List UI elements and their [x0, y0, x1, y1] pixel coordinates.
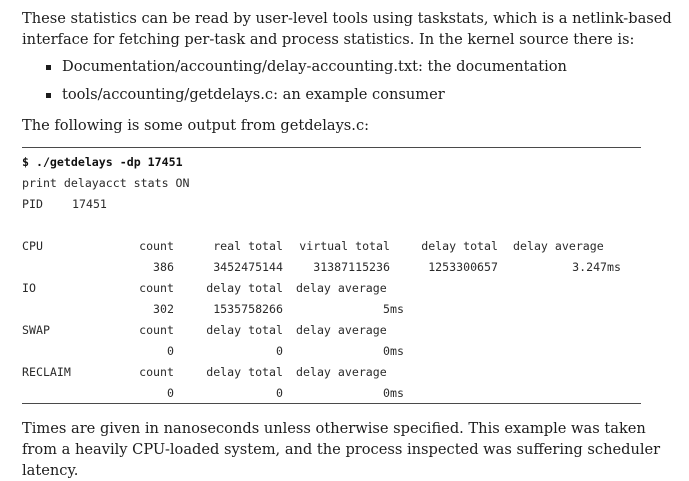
reclaim-delay-total: 0 [276, 386, 283, 400]
cpu-header-count: count [139, 239, 174, 253]
shell-command: ./getdelays -dp 17451 [35, 155, 183, 169]
cpu-count: 386 [153, 260, 174, 274]
document-page: These statistics can be read by user-lev… [0, 0, 689, 479]
swap-header-delay-average: delay average [296, 323, 387, 337]
cpu-header-delay-total: delay total [421, 239, 498, 253]
cpu-virtual-total: 31387115236 [313, 260, 390, 274]
list-item-text: Documentation/accounting/delay-accountin… [62, 58, 567, 75]
reclaim-header-count: count [139, 365, 174, 379]
io-header-count: count [139, 281, 174, 295]
cpu-delay-total: 1253300657 [428, 260, 498, 274]
cpu-delay-average: 3.247ms [572, 260, 621, 274]
pid-label: PID [22, 197, 43, 211]
command-line: $ ./getdelays -dp 17451 [22, 153, 183, 171]
bullet-square-icon [46, 65, 51, 70]
io-header-delay-average: delay average [296, 281, 387, 295]
list-item: tools/accounting/getdelays.c: an example… [22, 84, 672, 112]
cpu-header-virtual-total: virtual total [299, 239, 390, 253]
code-block-top-rule [22, 147, 641, 148]
swap-count: 0 [167, 344, 174, 358]
swap-header-delay-total: delay total [206, 323, 283, 337]
cpu-header-real-total: real total [213, 239, 283, 253]
closing-paragraph: Times are given in nanoseconds unless ot… [22, 420, 661, 479]
reclaim-delay-average: 0ms [383, 386, 404, 400]
output-line: print delayacct stats ON [22, 176, 190, 190]
io-header-delay-total: delay total [206, 281, 283, 295]
pid-value: 17451 [72, 197, 107, 211]
bullet-square-icon [46, 93, 51, 98]
cpu-label: CPU [22, 239, 43, 253]
reclaim-count: 0 [167, 386, 174, 400]
reclaim-label: RECLAIM [22, 365, 71, 379]
cpu-header-delay-average: delay average [513, 239, 604, 253]
swap-delay-total: 0 [276, 344, 283, 358]
reclaim-header-delay-average: delay average [296, 365, 387, 379]
io-delay-average: 5ms [383, 302, 404, 316]
code-block-bottom-rule [22, 403, 641, 404]
cpu-real-total: 3452475144 [213, 260, 283, 274]
lead-in-paragraph: The following is some output from getdel… [22, 117, 370, 134]
swap-label: SWAP [22, 323, 50, 337]
io-label: IO [22, 281, 36, 295]
list-item: Documentation/accounting/delay-accountin… [22, 56, 672, 84]
swap-delay-average: 0ms [383, 344, 404, 358]
io-delay-total: 1535758266 [213, 302, 283, 316]
source-file-list: Documentation/accounting/delay-accountin… [22, 56, 672, 112]
reclaim-header-delay-total: delay total [206, 365, 283, 379]
swap-header-count: count [139, 323, 174, 337]
shell-prompt: $ [22, 155, 36, 169]
list-item-text: tools/accounting/getdelays.c: an example… [62, 86, 445, 103]
intro-paragraph: These statistics can be read by user-lev… [22, 10, 672, 48]
io-count: 302 [153, 302, 174, 316]
